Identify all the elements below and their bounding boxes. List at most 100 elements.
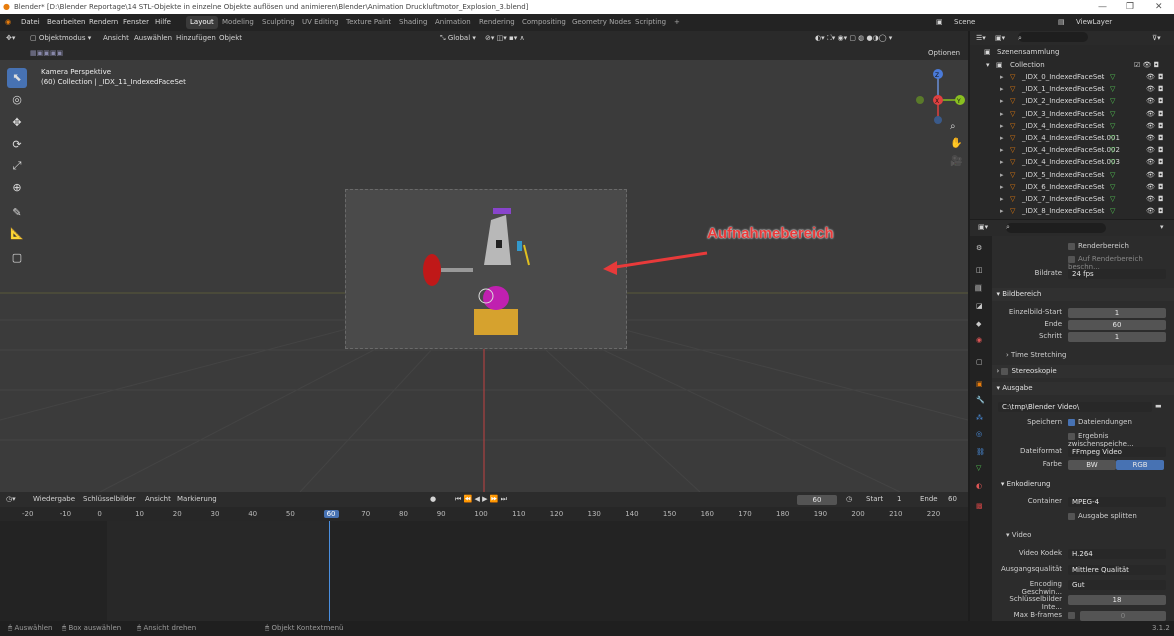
color-bw-button[interactable]: BW [1068, 460, 1116, 470]
expand-icon[interactable]: ▸ [1000, 181, 1004, 193]
bframes-checkbox[interactable] [1068, 611, 1078, 619]
enkodierung-panel[interactable]: ▾ Enkodierung [992, 478, 1174, 491]
collapse-icon[interactable]: ▾ [986, 59, 990, 71]
visibility-icon[interactable]: 👁 [1146, 181, 1155, 193]
folder-icon[interactable]: ▬ [1155, 402, 1162, 410]
kodek-dropdown[interactable]: H.264 [1068, 549, 1166, 559]
visibility-icon[interactable]: 👁 [1146, 95, 1155, 107]
expand-icon[interactable]: ▸ [1000, 120, 1004, 132]
timeline-ruler[interactable]: -20 -10 0 10 20 30 40 50 60 70 80 90 100 110 120 130 140… [0, 507, 968, 521]
expand-icon[interactable]: ▸ [1000, 193, 1004, 205]
mode-dropdown[interactable]: ▢ Objektmodus ▾ [30, 33, 91, 44]
properties-search-input[interactable]: ⌕ [1006, 223, 1106, 233]
render-tab-icon[interactable]: ◫ [976, 266, 983, 274]
bframes-field[interactable]: 0 [1080, 611, 1166, 621]
editor-type-icon[interactable]: ✥▾ [6, 33, 15, 44]
outliner-item[interactable]: ▸ ▽ _IDX_7_IndexedFaceSet ⤷ ▽ 👁 ◘ [970, 193, 1174, 205]
filter-icon[interactable]: ⊽▾ [1152, 32, 1161, 44]
physics-tab-icon[interactable]: ◎ [976, 430, 982, 438]
modifier-tab-icon[interactable]: 🔧 [976, 396, 985, 404]
tab-animation[interactable]: Animation [431, 16, 475, 29]
tab-sculpting[interactable]: Sculpting [258, 16, 299, 29]
expand-icon[interactable]: ▸ [1000, 144, 1004, 156]
blender-menu-icon[interactable]: ◉ [5, 17, 11, 28]
render-visibility-icon[interactable]: ◘ [1158, 156, 1164, 168]
outliner-display-icon[interactable]: ▣▾ [995, 32, 1005, 44]
visibility-icon[interactable]: 👁 [1146, 71, 1155, 83]
start-value[interactable]: 1 [897, 494, 901, 505]
video-panel[interactable]: ▾ Video [1006, 531, 1031, 539]
snap-icon[interactable]: ⊘▾ ◫▾ ▪▾ ∧ [485, 33, 525, 44]
outliner-item[interactable]: ▸ ▽ _IDX_1_IndexedFaceSet ⤷ ▽ 👁 ◘ [970, 83, 1174, 95]
playback-controls[interactable]: ⏮ ⏪ ◀ ▶ ⏩ ⏭ [455, 494, 507, 505]
material-tab-icon[interactable]: ◐ [976, 482, 982, 490]
menu-hilfe[interactable]: Hilfe [155, 17, 171, 28]
outliner-item[interactable]: ▸ ▽ _IDX_8_IndexedFaceSet ⤷ ▽ 👁 ◘ [970, 205, 1174, 217]
container-dropdown[interactable]: MPEG-4 [1068, 497, 1166, 507]
tab-scripting[interactable]: Scripting [631, 16, 670, 29]
visibility-icon[interactable]: 👁 [1146, 169, 1155, 181]
expand-icon[interactable]: ▸ [1000, 95, 1004, 107]
menu-auswaehlen[interactable]: Auswählen [134, 33, 172, 44]
scene-tab-icon[interactable]: ◆ [976, 320, 981, 328]
menu-ansicht[interactable]: Ansicht [103, 33, 129, 44]
tab-layout[interactable]: Layout [186, 16, 218, 29]
end-frame-field[interactable]: 60 [1068, 320, 1166, 330]
texture-tab-icon[interactable]: ▩ [976, 502, 983, 510]
view-layer-tab-icon[interactable]: ◪ [976, 302, 983, 310]
tab-shading[interactable]: Shading [395, 16, 431, 29]
outliner-item[interactable]: ▸ ▽ _IDX_4_IndexedFaceSet.002 ⤷ ▽ 👁 ◘ [970, 144, 1174, 156]
collection-row[interactable]: ▾ ▣ Collection ☑ 👁 ◘ [970, 59, 1174, 71]
cursor-tool-icon[interactable]: ◎ [7, 90, 27, 110]
render-visibility-icon[interactable]: ◘ [1158, 169, 1164, 181]
step-field[interactable]: 1 [1068, 332, 1166, 342]
expand-icon[interactable]: ▸ [1000, 108, 1004, 120]
render-visibility-icon[interactable]: ◘ [1158, 120, 1164, 132]
world-tab-icon[interactable]: ◉ [976, 336, 982, 344]
geschw-dropdown[interactable]: Gut [1068, 580, 1166, 590]
transform-orientation[interactable]: ⤡ Global ▾ [440, 33, 476, 44]
outliner-item[interactable]: ▸ ▽ _IDX_4_IndexedFaceSet.001 ⤷ ▽ 👁 ◘ [970, 132, 1174, 144]
start-frame-field[interactable]: 1 [1068, 308, 1166, 318]
marker-menu[interactable]: Markierung [177, 494, 217, 505]
tab-modeling[interactable]: Modeling [218, 16, 258, 29]
render-visibility-icon[interactable]: ◘ [1158, 205, 1164, 217]
visibility-icons[interactable]: ☑ 👁 ◘ [1134, 59, 1159, 71]
add-cube-tool-icon[interactable]: ▢ [7, 248, 27, 268]
move-tool-icon[interactable]: ✥ [7, 113, 27, 133]
render-visibility-icon[interactable]: ◘ [1158, 95, 1164, 107]
stereoskopie-panel[interactable]: › Stereoskopie [992, 365, 1174, 378]
menu-fenster[interactable]: Fenster [123, 17, 149, 28]
outliner-item[interactable]: ▸ ▽ _IDX_6_IndexedFaceSet ⤷ ▽ 👁 ◘ [970, 181, 1174, 193]
timeline-editor-icon[interactable]: ◷▾ [6, 494, 16, 505]
expand-icon[interactable]: ▸ [1000, 83, 1004, 95]
properties-editor-icon[interactable]: ▣▾ [978, 222, 988, 233]
outliner-item[interactable]: ▸ ▽ _IDX_2_IndexedFaceSet ⤷ ▽ 👁 ◘ [970, 95, 1174, 107]
expand-icon[interactable]: ▸ [1000, 71, 1004, 83]
outliner-item[interactable]: ▸ ▽ _IDX_3_IndexedFaceSet ⤷ ▽ 👁 ◘ [970, 108, 1174, 120]
scene-collection-row[interactable]: ▣ Szenensammlung [970, 46, 1174, 58]
object-tab-icon[interactable]: ▣ [976, 380, 983, 388]
visibility-icon[interactable]: 👁 [1146, 83, 1155, 95]
tab-texture-paint[interactable]: Texture Paint [342, 16, 395, 29]
time-stretching-panel[interactable]: › Time Stretching [1006, 351, 1066, 359]
tab-geometry-nodes[interactable]: Geometry Nodes [568, 16, 635, 29]
select-tool-icon[interactable]: ⬉ [7, 68, 27, 88]
record-button[interactable]: ● [430, 494, 436, 505]
outliner-item[interactable]: ▸ ▽ _IDX_4_IndexedFaceSet.003 ⤷ ▽ 👁 ◘ [970, 156, 1174, 168]
optionen-dropdown[interactable]: Optionen [928, 48, 960, 59]
render-visibility-icon[interactable]: ◘ [1158, 132, 1164, 144]
playback-menu[interactable]: Wiedergabe [33, 494, 75, 505]
qualitaet-dropdown[interactable]: Mittlere Qualität [1068, 565, 1166, 575]
properties-options-icon[interactable]: ▾ [1160, 222, 1164, 233]
scale-tool-icon[interactable]: ⤢ [7, 156, 27, 176]
color-rgb-button[interactable]: RGB [1116, 460, 1164, 470]
navigation-gizmo[interactable]: Z Y X [908, 68, 968, 128]
measure-tool-icon[interactable]: 📐 [7, 224, 27, 244]
visibility-icon[interactable]: 👁 [1146, 120, 1155, 132]
pan-hand-icon[interactable]: ✋ [950, 138, 962, 149]
visibility-icon[interactable]: 👁 [1146, 205, 1155, 217]
select-mode-icons[interactable]: ▦▣▣▣▣ [30, 48, 63, 59]
zoom-icon[interactable]: ⌕ [950, 121, 956, 132]
outliner-search-input[interactable]: ⌕ [1018, 32, 1088, 42]
